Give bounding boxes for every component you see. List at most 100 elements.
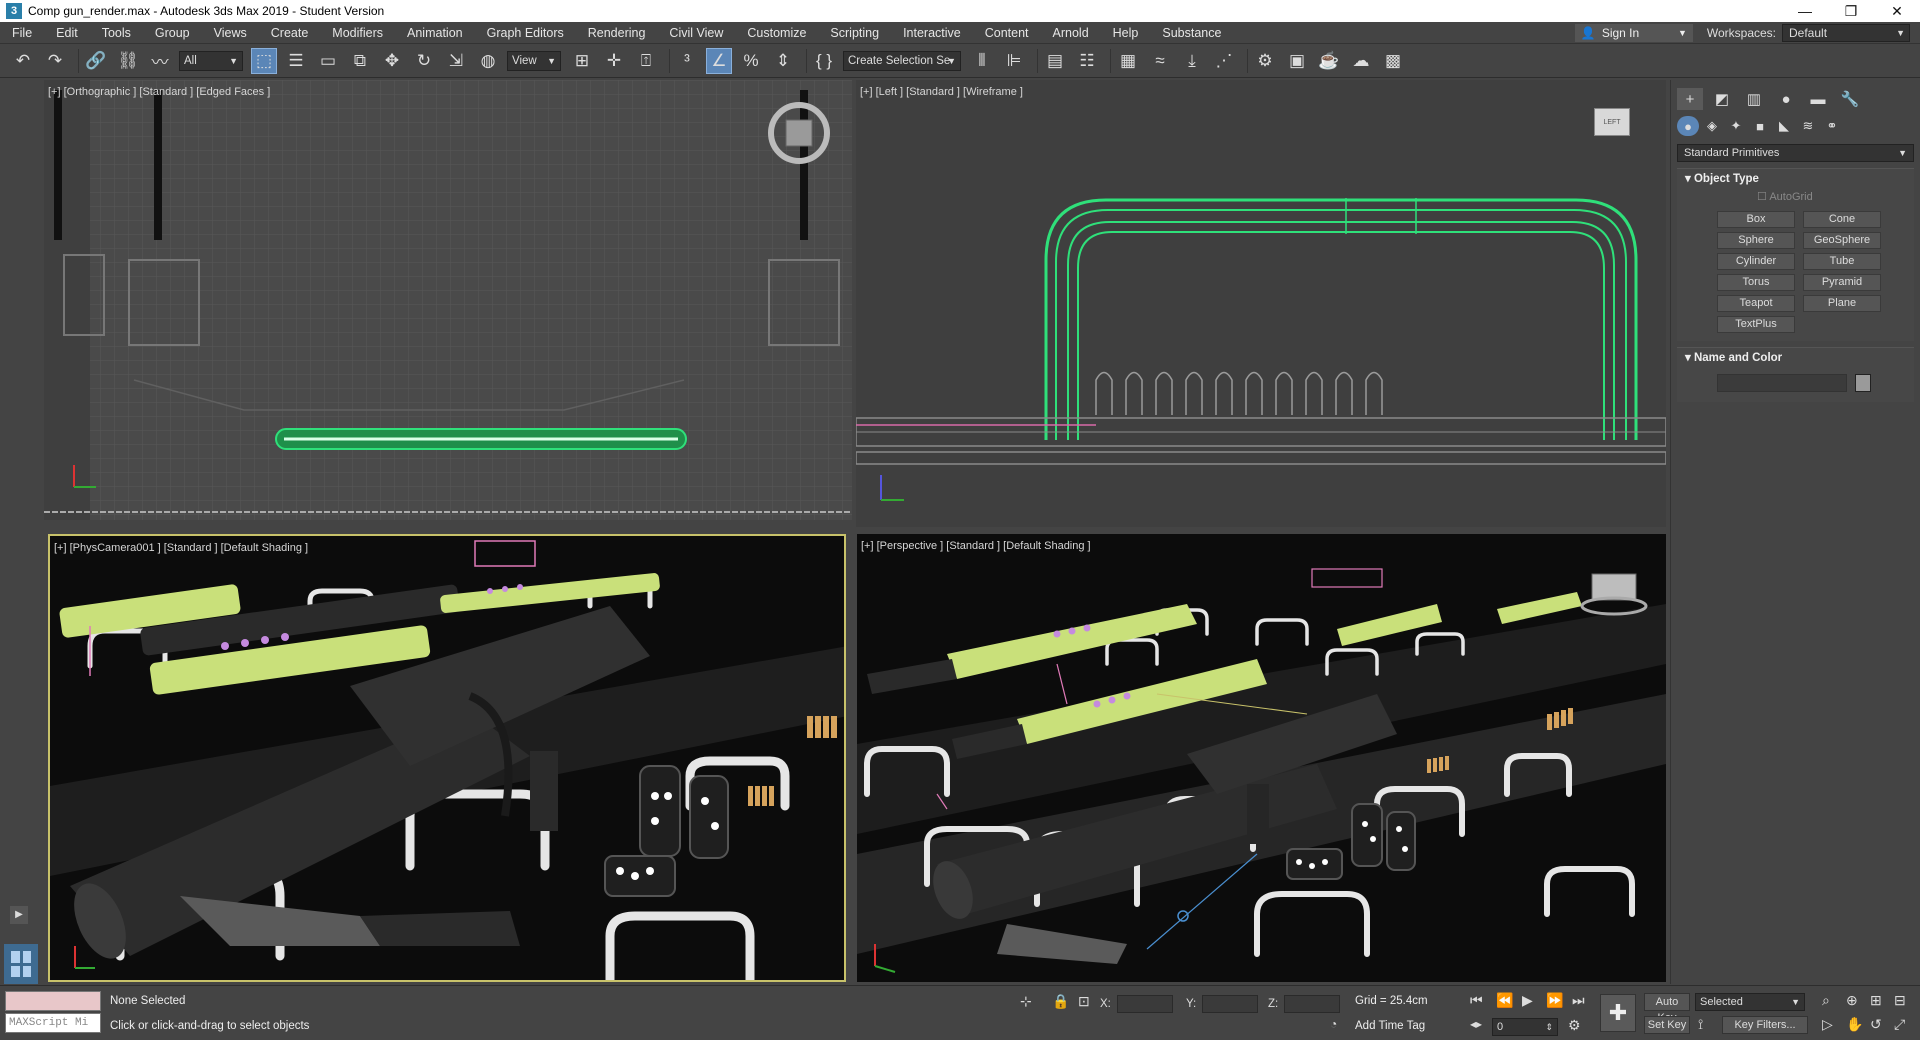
named-selection-dropdown[interactable]: Create Selection Se ▼ xyxy=(843,50,961,71)
restore-button[interactable]: ❐ xyxy=(1828,0,1874,22)
y-field[interactable] xyxy=(1202,995,1259,1013)
z-field[interactable] xyxy=(1284,995,1341,1013)
viewport-label[interactable]: [+] [Left ] [Standard ] [Wireframe ] xyxy=(860,86,1023,98)
motion-tab-icon[interactable]: ● xyxy=(1773,88,1799,110)
maxscript-input[interactable]: MAXScript Mi xyxy=(5,1013,101,1033)
rectangular-selection-icon[interactable]: ▭ xyxy=(315,48,341,74)
autogrid-checkbox[interactable]: ☐ AutoGrid xyxy=(1677,189,1914,205)
schematic-view-icon[interactable]: ⤓ xyxy=(1179,48,1205,74)
create-tab-icon[interactable]: + xyxy=(1677,88,1703,110)
zoom-extents-all-icon[interactable]: ⊟ xyxy=(1894,992,1906,1009)
reference-coordinate-dropdown[interactable]: View ▼ xyxy=(507,50,561,71)
orthographic-viewport[interactable]: [+] [Orthographic ] [Standard ] [Edged F… xyxy=(44,80,852,520)
zoom-extents-icon[interactable]: ⊞ xyxy=(1870,992,1882,1009)
box-button[interactable]: Box xyxy=(1717,211,1795,228)
render-shortcuts-icon[interactable]: ▩ xyxy=(1380,48,1406,74)
scene-explorer-icon[interactable]: ▤ xyxy=(1042,48,1068,74)
geometry-icon[interactable]: ● xyxy=(1677,116,1699,136)
space-warps-icon[interactable]: ≋ xyxy=(1797,116,1819,136)
align-icon[interactable]: ⊫ xyxy=(1001,48,1027,74)
key-mode-icon[interactable]: ◂▸ xyxy=(1470,1017,1482,1031)
field-of-view-icon[interactable]: ▷ xyxy=(1822,1016,1833,1033)
viewport-label[interactable]: [+] [PhysCamera001 ] [Standard ] [Defaul… xyxy=(54,542,308,554)
cylinder-button[interactable]: Cylinder xyxy=(1717,253,1795,270)
bind-space-warp-icon[interactable]: 〰 xyxy=(147,48,173,74)
key-filters-button[interactable]: Key Filters... xyxy=(1722,1016,1808,1034)
snaps-toggle-icon[interactable]: ³ xyxy=(674,48,700,74)
menu-civil-view[interactable]: Civil View xyxy=(657,22,735,44)
pivot-center-icon[interactable]: ⊞ xyxy=(569,48,595,74)
menu-scripting[interactable]: Scripting xyxy=(818,22,891,44)
cone-button[interactable]: Cone xyxy=(1803,211,1881,228)
play-icon[interactable]: ▶ xyxy=(1522,992,1533,1009)
viewcube-icon[interactable] xyxy=(764,98,834,168)
render-in-cloud-icon[interactable]: ☁ xyxy=(1348,48,1374,74)
menu-tools[interactable]: Tools xyxy=(90,22,143,44)
display-tab-icon[interactable]: ▬ xyxy=(1805,88,1831,110)
workspaces-dropdown[interactable]: Default ▼ xyxy=(1782,23,1910,42)
next-frame-icon[interactable]: ⏩ xyxy=(1546,992,1563,1009)
torus-button[interactable]: Torus xyxy=(1717,274,1795,291)
close-button[interactable]: ✕ xyxy=(1874,0,1920,22)
minimize-button[interactable]: — xyxy=(1782,0,1828,22)
viewport-label[interactable]: [+] [Orthographic ] [Standard ] [Edged F… xyxy=(48,86,270,98)
selection-filter-dropdown[interactable]: All ▼ xyxy=(179,50,243,71)
auto-key-button[interactable]: Auto Key xyxy=(1644,993,1690,1024)
utilities-tab-icon[interactable]: 🔧 xyxy=(1837,88,1863,110)
menu-rendering[interactable]: Rendering xyxy=(576,22,658,44)
menu-create[interactable]: Create xyxy=(259,22,321,44)
viewcube-icon[interactable]: LEFT xyxy=(1594,108,1630,136)
percent-snap-icon[interactable]: % xyxy=(738,48,764,74)
perspective-viewport[interactable]: [+] [Perspective ] [Standard ] [Default … xyxy=(857,534,1666,982)
lights-icon[interactable]: ✦ xyxy=(1725,116,1747,136)
menu-graph-editors[interactable]: Graph Editors xyxy=(475,22,576,44)
select-rotate-icon[interactable]: ↻ xyxy=(411,48,437,74)
select-place-icon[interactable]: ◍ xyxy=(475,48,501,74)
shapes-icon[interactable]: ◈ xyxy=(1701,116,1723,136)
sphere-button[interactable]: Sphere xyxy=(1717,232,1795,249)
sign-in-button[interactable]: 👤 Sign In ▼ xyxy=(1574,23,1693,42)
geosphere-button[interactable]: GeoSphere xyxy=(1803,232,1881,249)
cameras-icon[interactable]: ■ xyxy=(1749,116,1771,136)
select-by-name-icon[interactable]: ☰ xyxy=(283,48,309,74)
object-color-swatch[interactable] xyxy=(1855,374,1871,392)
systems-icon[interactable]: ⚭ xyxy=(1821,116,1843,136)
helpers-icon[interactable]: ◣ xyxy=(1773,116,1795,136)
menu-group[interactable]: Group xyxy=(143,22,202,44)
redo-icon[interactable]: ↷ xyxy=(42,48,68,74)
selection-lock-icon[interactable]: 🔒 xyxy=(1052,993,1069,1010)
menu-substance[interactable]: Substance xyxy=(1150,22,1233,44)
menu-views[interactable]: Views xyxy=(202,22,259,44)
toggle-ribbon-icon[interactable]: ▦ xyxy=(1115,48,1141,74)
add-time-tag[interactable]: Add Time Tag xyxy=(1355,1020,1425,1032)
select-object-icon[interactable]: ⬚ xyxy=(251,47,277,74)
go-to-start-icon[interactable]: ⏮ xyxy=(1470,992,1483,1009)
pan-view-icon[interactable]: ✋ xyxy=(1846,1016,1863,1033)
camera-viewport[interactable]: [+] [PhysCamera001 ] [Standard ] [Defaul… xyxy=(48,534,846,982)
plane-button[interactable]: Plane xyxy=(1803,295,1881,312)
mirror-icon[interactable]: ⫴ xyxy=(969,48,995,74)
undo-icon[interactable]: ↶ xyxy=(10,48,36,74)
x-field[interactable] xyxy=(1116,995,1173,1013)
menu-arnold[interactable]: Arnold xyxy=(1041,22,1101,44)
select-scale-icon[interactable]: ⇲ xyxy=(443,48,469,74)
menu-customize[interactable]: Customize xyxy=(735,22,818,44)
isolate-selection-icon[interactable]: ⊹ xyxy=(1020,993,1032,1010)
keyboard-shortcut-override-icon[interactable]: ⍐ xyxy=(633,48,659,74)
current-frame-spinner[interactable]: 0 ⇕ xyxy=(1492,1018,1558,1036)
material-editor-icon[interactable]: ⋰ xyxy=(1211,48,1237,74)
key-selection-dropdown[interactable]: Selected ▼ xyxy=(1695,993,1805,1011)
set-key-button[interactable]: Set Key xyxy=(1644,1016,1690,1034)
menu-modifiers[interactable]: Modifiers xyxy=(320,22,395,44)
zoom-icon[interactable]: ⌕ xyxy=(1822,992,1830,1009)
tube-button[interactable]: Tube xyxy=(1803,253,1881,270)
layer-explorer-icon[interactable]: ☷ xyxy=(1074,48,1100,74)
menu-content[interactable]: Content xyxy=(973,22,1041,44)
viewport-label[interactable]: [+] [Perspective ] [Standard ] [Default … xyxy=(861,540,1091,552)
viewport-layout-button[interactable] xyxy=(4,944,38,984)
teapot-button[interactable]: Teapot xyxy=(1717,295,1795,312)
menu-help[interactable]: Help xyxy=(1101,22,1151,44)
object-name-field[interactable] xyxy=(1717,374,1847,392)
modify-tab-icon[interactable]: ◩ xyxy=(1709,88,1735,110)
previous-frame-icon[interactable]: ⏪ xyxy=(1496,992,1513,1009)
